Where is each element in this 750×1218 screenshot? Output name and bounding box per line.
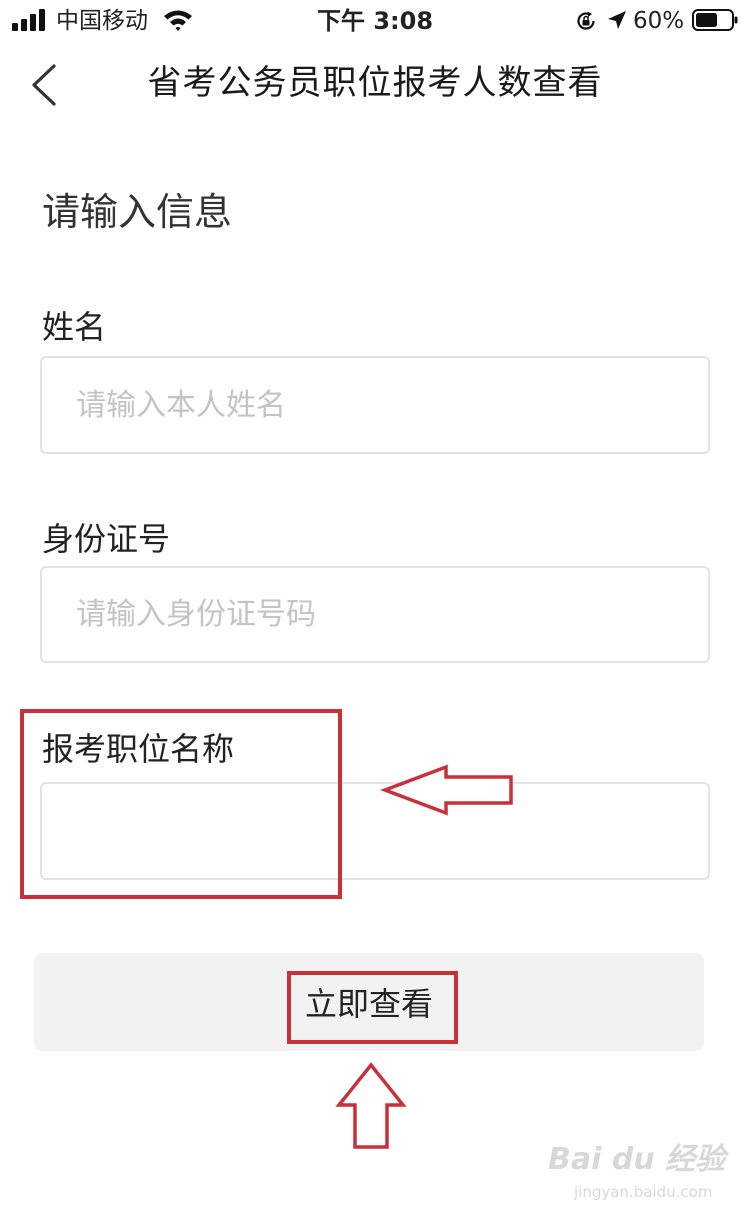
carrier-name: 中国移动 [56,8,148,34]
form-heading: 请输入信息 [42,190,233,234]
id-number-input[interactable] [40,566,710,663]
id-number-label: 身份证号 [42,520,171,558]
name-input[interactable] [40,356,710,454]
annotation-highlight-submit-button [287,971,458,1044]
status-bar: 中国移动 下午 3:08 60% [0,0,750,44]
annotation-highlight-position-field [20,709,342,899]
watermark-url: jingyan.baidu.com [574,1183,713,1201]
back-icon[interactable] [22,58,66,112]
battery-percent: 60% [633,8,685,34]
arrow-up-icon [335,1062,407,1149]
page-title: 省考公务员职位报考人数查看 [147,63,603,103]
status-time: 下午 3:08 [316,7,434,35]
baidu-jingyan-watermark: Bai du 经验 jingyan.baidu.com [548,1142,728,1206]
signal-icon [12,9,45,31]
location-icon [608,11,626,29]
wifi-icon [164,10,192,31]
name-label: 姓名 [42,308,107,346]
lock-rotation-icon [577,11,595,30]
watermark-logo: Bai du 经验 [548,1142,726,1177]
battery-icon [692,9,738,31]
arrow-left-icon [380,764,513,816]
